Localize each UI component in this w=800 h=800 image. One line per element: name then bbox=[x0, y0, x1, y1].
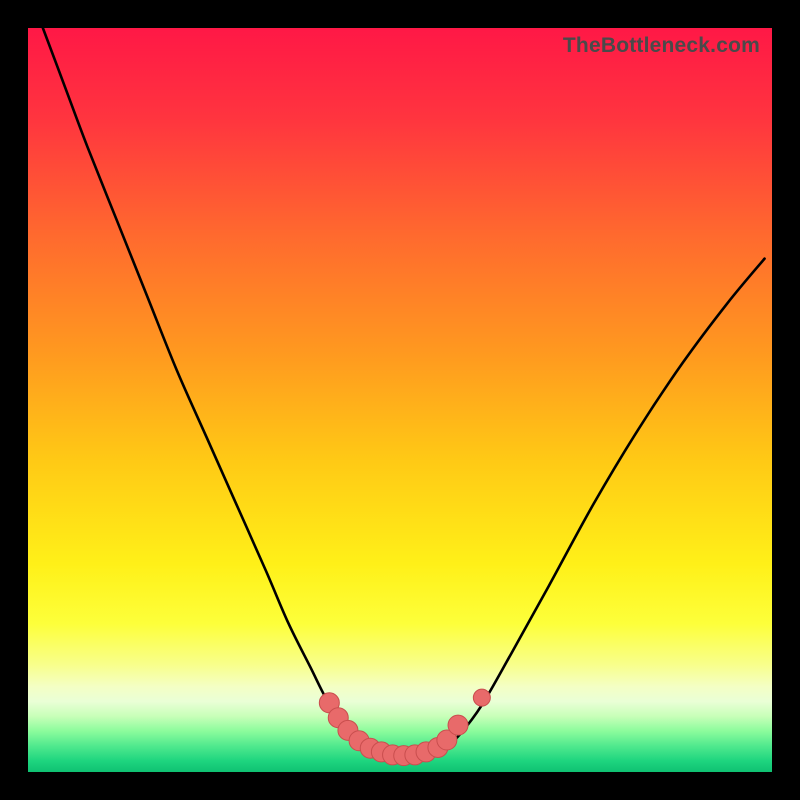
plot-area: TheBottleneck.com bbox=[28, 28, 772, 772]
bottleneck-curve bbox=[43, 28, 765, 756]
outer-frame: TheBottleneck.com bbox=[0, 0, 800, 800]
curve-layer bbox=[28, 28, 772, 772]
watermark-text: TheBottleneck.com bbox=[563, 34, 760, 58]
marker-dot bbox=[473, 689, 490, 706]
marker-dot bbox=[448, 715, 468, 735]
extra-marker bbox=[473, 689, 490, 706]
highlight-markers bbox=[319, 693, 468, 766]
